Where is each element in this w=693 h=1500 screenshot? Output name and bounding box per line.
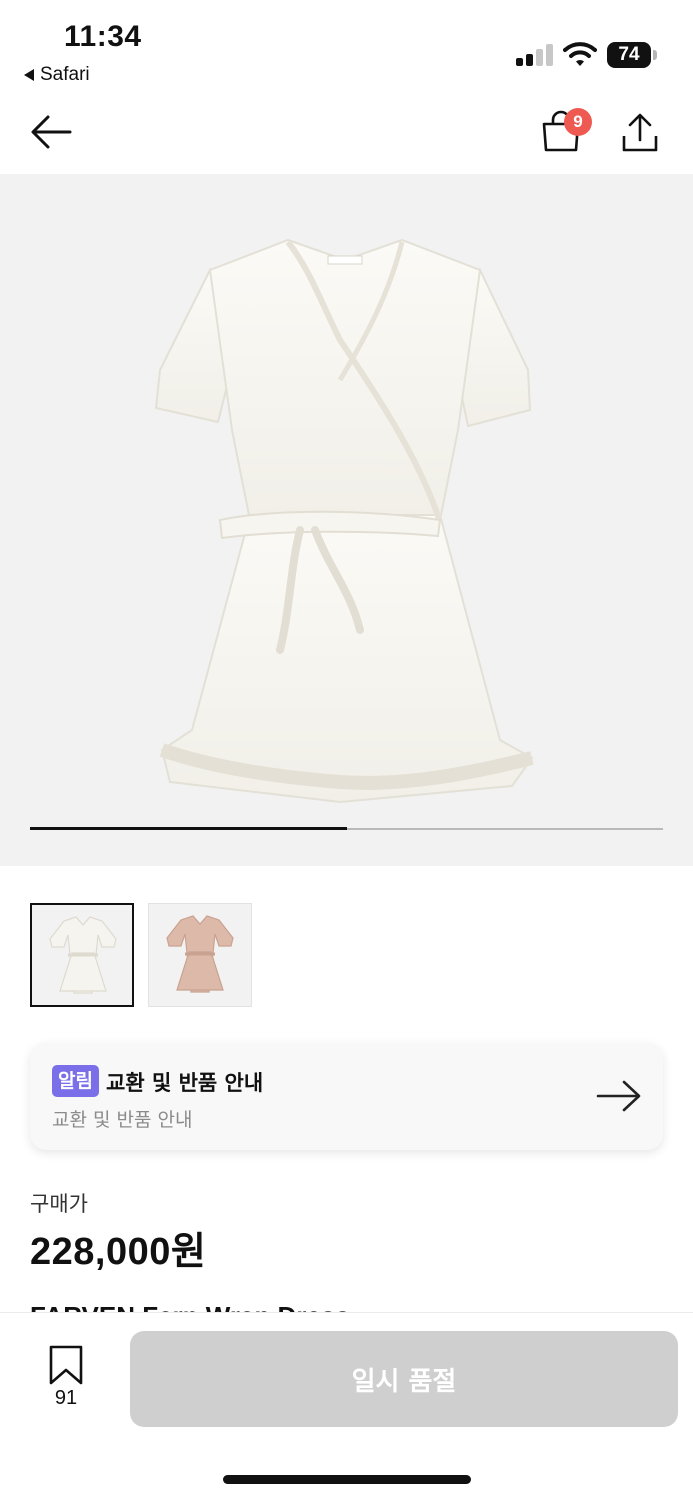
gallery-progress-fill <box>30 827 347 830</box>
battery-indicator: 74 <box>607 42 651 68</box>
notice-title: 교환 및 반품 안내 <box>106 1071 264 1095</box>
price-label: 구매가 <box>30 1192 88 1216</box>
bottom-action-bar: 91 일시 품절 <box>0 1312 693 1500</box>
status-time: 11:34 <box>64 20 142 53</box>
arrow-right-icon[interactable] <box>596 1079 642 1113</box>
cellular-signal-icon <box>516 44 554 66</box>
exchange-return-notice-card[interactable]: 알림 교환 및 반품 안내 교환 및 반품 안내 <box>30 1043 663 1150</box>
notice-subtitle: 교환 및 반품 안내 <box>52 1109 193 1131</box>
sold-out-button[interactable]: 일시 품절 <box>130 1331 678 1427</box>
bookmark-count: 91 <box>54 1387 78 1409</box>
product-image-gallery[interactable] <box>0 174 693 866</box>
back-to-app-link[interactable]: Safari <box>24 64 90 86</box>
share-icon[interactable] <box>620 112 660 154</box>
cart-badge: 9 <box>564 108 592 136</box>
thumbnail-image-pink <box>166 915 234 993</box>
product-image-white-dress[interactable] <box>140 230 550 810</box>
status-bar: 11:34 Safari 74 <box>0 0 693 100</box>
thumbnail-image-white <box>49 916 117 994</box>
notice-tag: 알림 <box>52 1065 99 1097</box>
gallery-progress-track <box>30 827 663 830</box>
bookmark-icon[interactable] <box>48 1345 84 1385</box>
wifi-icon <box>563 42 597 66</box>
back-triangle-icon <box>24 69 34 81</box>
battery-cap <box>653 50 657 60</box>
back-app-label: Safari <box>40 64 90 85</box>
price-value: 228,000원 <box>30 1231 207 1273</box>
thumbnail-pink-dress[interactable] <box>148 903 252 1007</box>
back-arrow-icon[interactable] <box>28 112 74 152</box>
thumbnail-white-dress[interactable] <box>30 903 134 1007</box>
home-indicator <box>223 1475 471 1484</box>
